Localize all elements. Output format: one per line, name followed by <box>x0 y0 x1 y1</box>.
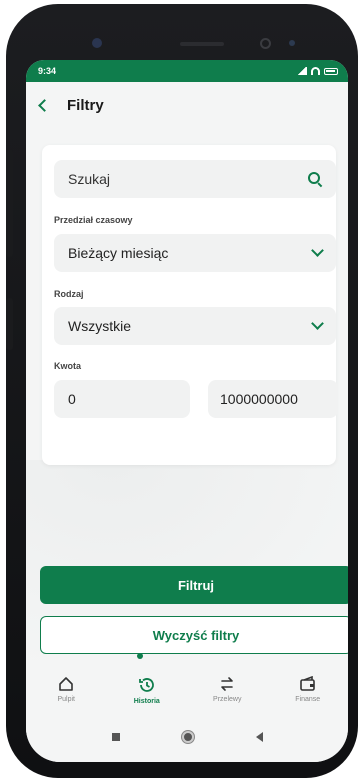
search-icon[interactable] <box>308 172 322 186</box>
amount-label: Kwota <box>54 361 81 371</box>
clear-filters-button[interactable]: Wyczyść filtry <box>40 616 348 654</box>
amount-from-value: 0 <box>68 391 76 407</box>
type-label: Rodzaj <box>54 289 84 299</box>
page-header: Filtry <box>26 82 348 128</box>
light-sensor <box>289 40 295 46</box>
amount-to-value: 1000000000 <box>220 391 298 407</box>
filter-card: Szukaj Przedział czasowy Bieżący miesiąc… <box>42 145 338 465</box>
proximity-sensor <box>260 38 271 49</box>
amount-from-input[interactable]: 0 <box>54 380 190 418</box>
chevron-down-icon <box>311 317 324 330</box>
type-select[interactable]: Wszystkie <box>54 307 336 345</box>
type-value: Wszystkie <box>68 318 131 334</box>
status-icons <box>297 67 338 75</box>
nav-item-pulpit[interactable]: Pulpit <box>34 676 98 703</box>
battery-icon <box>324 67 338 75</box>
amount-to-input[interactable]: 1000000000 <box>208 380 338 418</box>
bottom-navigation: Pulpit Historia Przelewy Finanse <box>26 660 348 712</box>
system-navigation-bar <box>26 712 348 762</box>
phone-frame: 9:34 Filtry Szukaj Przedział czasowy Bie… <box>6 4 358 778</box>
period-label: Przedział czasowy <box>54 215 133 225</box>
nav-label: Finanse <box>295 696 321 703</box>
home-button-icon[interactable] <box>181 731 194 743</box>
transfer-icon <box>219 676 235 692</box>
recent-apps-icon[interactable] <box>111 733 120 741</box>
power-button <box>6 298 13 350</box>
nav-item-historia[interactable]: Historia <box>115 676 179 705</box>
earpiece-speaker <box>180 42 224 46</box>
search-input[interactable]: Szukaj <box>54 160 336 198</box>
home-icon <box>58 676 74 692</box>
apply-filter-button[interactable]: Filtruj <box>40 566 348 604</box>
nav-label: Przelewy <box>213 696 242 703</box>
signal-icon <box>297 67 307 75</box>
nav-item-finanse[interactable]: Finanse <box>276 676 340 703</box>
period-select[interactable]: Bieżący miesiąc <box>54 234 336 272</box>
page-title: Filtry <box>67 96 104 114</box>
volume-button <box>6 149 13 257</box>
active-tab-indicator <box>137 653 143 659</box>
wifi-icon <box>311 67 320 75</box>
front-camera <box>92 38 102 48</box>
back-triangle-icon[interactable] <box>255 732 263 742</box>
nav-label: Historia <box>133 698 160 705</box>
chevron-left-icon[interactable] <box>38 98 51 112</box>
search-placeholder: Szukaj <box>68 171 111 187</box>
status-bar: 9:34 <box>26 60 348 82</box>
history-icon <box>138 676 156 694</box>
chevron-down-icon <box>311 244 324 257</box>
finance-icon <box>299 676 317 692</box>
period-value: Bieżący miesiąc <box>68 245 169 261</box>
nav-label: Pulpit <box>57 696 75 703</box>
app-screen: 9:34 Filtry Szukaj Przedział czasowy Bie… <box>26 60 348 762</box>
status-time: 9:34 <box>38 66 57 76</box>
nav-item-przelewy[interactable]: Przelewy <box>195 676 259 703</box>
